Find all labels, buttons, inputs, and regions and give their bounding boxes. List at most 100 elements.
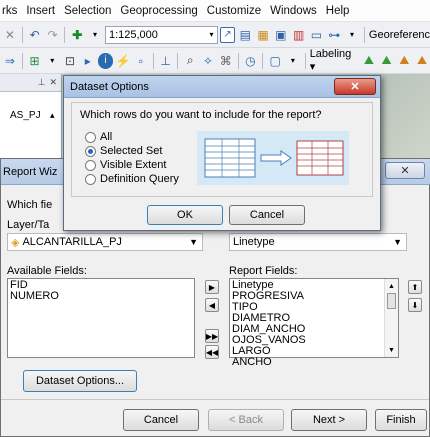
- toolbar-separator: [21, 52, 23, 69]
- collapse-icon[interactable]: ▴: [50, 110, 55, 121]
- select-features-icon[interactable]: ⊡: [62, 53, 78, 69]
- editor-toolbar-icon[interactable]: ↗: [219, 26, 236, 43]
- option-label: All: [100, 131, 113, 143]
- available-fields-list[interactable]: FID NUMERO: [7, 278, 195, 358]
- delete-icon[interactable]: ✕: [2, 27, 18, 43]
- dialog-cancel-label: Cancel: [249, 209, 285, 221]
- add-field-button[interactable]: ▶: [205, 280, 219, 294]
- menu-item-bookmarks[interactable]: rks: [2, 5, 17, 17]
- radio-button-selected[interactable]: [85, 145, 96, 157]
- list-item[interactable]: ANCHO: [232, 357, 396, 368]
- add-all-fields-button[interactable]: ▶▶: [205, 329, 219, 343]
- remove-all-fields-button[interactable]: ◀◀: [205, 345, 219, 359]
- toolbar-separator: [21, 26, 23, 43]
- menu-item-windows[interactable]: Windows: [270, 5, 317, 17]
- arrow-up-icon: ⬆: [411, 282, 419, 292]
- undo-icon[interactable]: ↶: [27, 27, 43, 43]
- labeling-toolbar-label[interactable]: Labeling ▾: [310, 48, 359, 73]
- option-selected-set[interactable]: Selected Set: [85, 145, 162, 157]
- chevron-right-icon: ▶: [208, 282, 216, 292]
- list-item[interactable]: NUMERO: [10, 291, 192, 302]
- dialog-titlebar: Dataset Options ✕: [64, 76, 380, 98]
- next-button[interactable]: Next >: [291, 409, 367, 431]
- menu-item-insert[interactable]: Insert: [26, 5, 55, 17]
- search-window-icon[interactable]: ▣: [273, 27, 289, 43]
- table-of-contents[interactable]: ⊥ ✕ AS_PJ ▴: [0, 74, 62, 164]
- menu-item-selection[interactable]: Selection: [64, 5, 111, 17]
- full-extent-icon[interactable]: ⊞: [27, 53, 43, 69]
- pin-icon[interactable]: ⊥: [38, 77, 46, 88]
- measure-icon[interactable]: ⊥: [158, 53, 174, 69]
- wizard-close-button[interactable]: ✕: [385, 162, 425, 179]
- html-popup-icon[interactable]: ▫: [133, 53, 149, 69]
- chevron-down-icon[interactable]: ▾: [285, 53, 301, 69]
- dialog-body: Which rows do you want to include for th…: [71, 102, 373, 197]
- chevron-down-icon[interactable]: ▾: [44, 53, 60, 69]
- dialog-close-button[interactable]: ✕: [334, 78, 376, 95]
- create-viewer-icon[interactable]: ▢: [267, 53, 283, 69]
- result-table: [296, 140, 344, 176]
- wizard-question: Which fie: [7, 199, 53, 211]
- find-icon[interactable]: ⌕: [182, 53, 198, 69]
- go-back-icon[interactable]: ▸: [80, 53, 96, 69]
- wizard-divider: [1, 399, 429, 400]
- move-down-button[interactable]: ⬇: [408, 298, 422, 312]
- redo-icon[interactable]: ↷: [45, 27, 61, 43]
- option-all[interactable]: All: [85, 131, 112, 143]
- label-weight-icon[interactable]: ⛰: [396, 53, 412, 69]
- scroll-thumb[interactable]: [387, 293, 396, 309]
- option-definition-query[interactable]: Definition Query: [85, 173, 179, 185]
- go-to-xy-icon[interactable]: ⌘: [218, 53, 234, 69]
- add-data-icon[interactable]: ✚: [69, 27, 85, 43]
- field-select[interactable]: Linetype ▼: [229, 233, 407, 251]
- label-manager-icon[interactable]: ⛰: [361, 53, 377, 69]
- radio-button[interactable]: [85, 159, 96, 171]
- layer-select[interactable]: ◈ ALCANTARILLA_PJ ▼: [7, 233, 203, 251]
- chevron-down-icon[interactable]: ▾: [344, 27, 360, 43]
- dataset-options-button[interactable]: Dataset Options...: [23, 370, 137, 392]
- chevron-down-icon[interactable]: ▾: [87, 27, 103, 43]
- list-scrollbar[interactable]: ▲ ▼: [384, 279, 398, 357]
- toc-layer-name[interactable]: AS_PJ: [10, 110, 41, 121]
- menu-item-customize[interactable]: Customize: [207, 5, 261, 17]
- ok-button[interactable]: OK: [147, 205, 223, 225]
- identify-icon[interactable]: i: [97, 52, 114, 69]
- model-builder-icon[interactable]: ⊶: [326, 27, 342, 43]
- chevron-down-icon[interactable]: ▾: [210, 30, 214, 39]
- move-up-button[interactable]: ⬆: [408, 280, 422, 294]
- finish-button[interactable]: Finish: [375, 409, 427, 431]
- dialog-cancel-button[interactable]: Cancel: [229, 205, 305, 225]
- wizard-cancel-label: Cancel: [143, 414, 179, 426]
- menu-item-help[interactable]: Help: [326, 5, 350, 17]
- toc-window-icon[interactable]: ▤: [237, 27, 253, 43]
- report-fields-list[interactable]: Linetype PROGRESIVA TIPO DIAMETRO DIAM_A…: [229, 278, 399, 368]
- arctoolbox-icon[interactable]: ▥: [291, 27, 307, 43]
- label-priority-icon[interactable]: ⛰: [379, 53, 395, 69]
- map-scale-combo[interactable]: 1:125,000 ▾: [104, 25, 218, 44]
- pan-icon[interactable]: ⇒: [2, 53, 18, 69]
- double-chevron-right-icon: ▶▶: [205, 331, 219, 341]
- chevron-down-icon[interactable]: ▼: [393, 237, 402, 247]
- option-visible-extent[interactable]: Visible Extent: [85, 159, 166, 171]
- find-route-icon[interactable]: ⟡: [200, 53, 216, 69]
- back-label: < Back: [229, 414, 263, 426]
- hyperlink-icon[interactable]: ⚡: [115, 53, 131, 69]
- menu-item-geoprocessing[interactable]: Geoprocessing: [120, 5, 197, 17]
- wizard-cancel-button[interactable]: Cancel: [123, 409, 199, 431]
- georeferencing-toolbar-label[interactable]: Georeferenc: [369, 29, 430, 41]
- chevron-down-icon[interactable]: ▼: [189, 237, 198, 247]
- scroll-down-icon[interactable]: ▼: [388, 345, 395, 356]
- lock-labels-icon[interactable]: ⛰: [414, 53, 430, 69]
- back-button[interactable]: < Back: [208, 409, 284, 431]
- radio-button[interactable]: [85, 131, 96, 143]
- toolbar-separator: [363, 26, 365, 43]
- scroll-up-icon[interactable]: ▲: [388, 281, 395, 292]
- radio-button[interactable]: [85, 173, 96, 185]
- remove-field-button[interactable]: ◀: [205, 298, 219, 312]
- python-window-icon[interactable]: ▭: [309, 27, 325, 43]
- close-icon[interactable]: ✕: [49, 77, 57, 88]
- time-slider-icon[interactable]: ◷: [243, 53, 259, 69]
- catalog-icon[interactable]: ▦: [255, 27, 271, 43]
- available-fields-label: Available Fields:: [7, 265, 87, 277]
- toolbar-separator: [237, 52, 239, 69]
